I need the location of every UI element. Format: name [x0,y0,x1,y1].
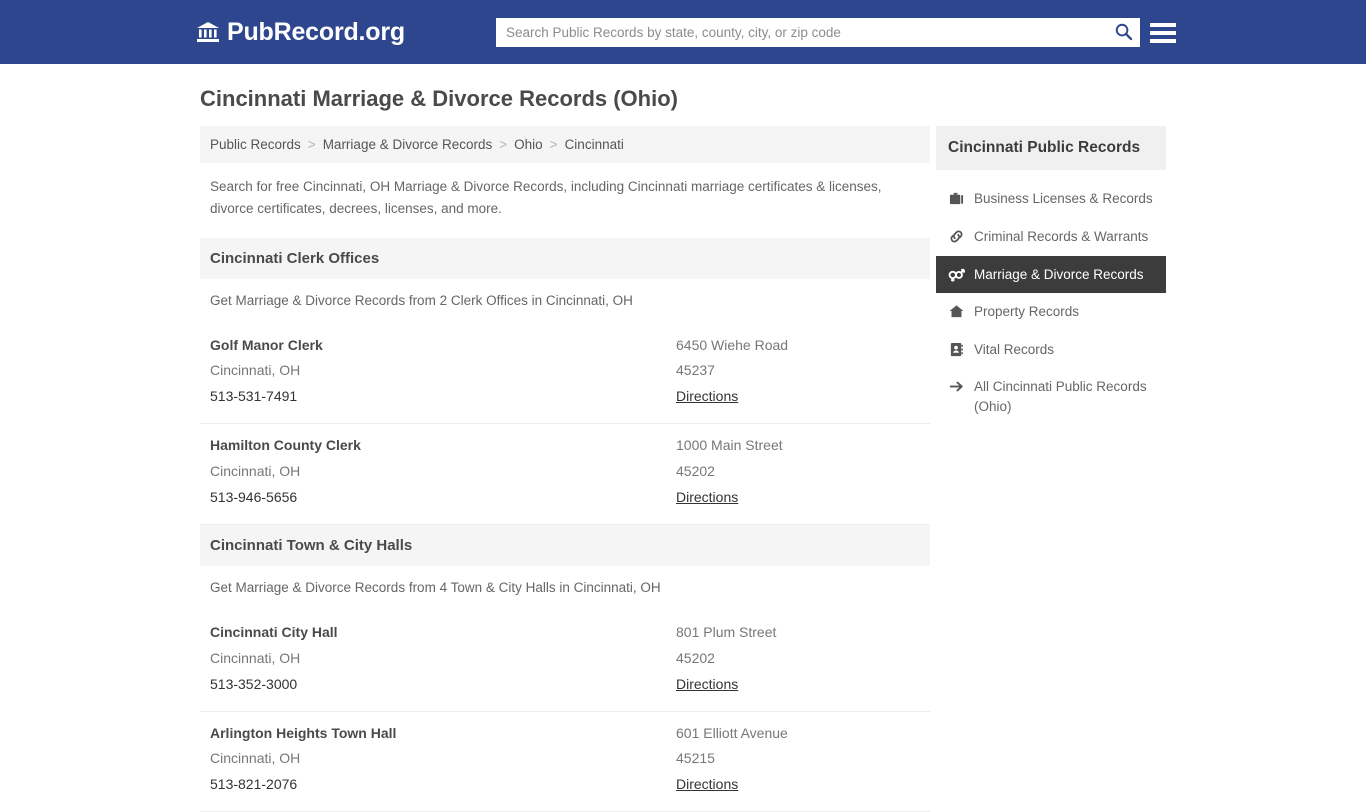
listing-right-column: 601 Elliott Avenue 45215 Directions [676,721,920,799]
listing-directions-wrap: Directions [676,672,920,698]
breadcrumb: Public Records > Marriage & Divorce Record… [200,126,930,164]
listing-directions-wrap: Directions [676,772,920,798]
sidebar-item-all-cincinnati-public-records-ohio[interactable]: All Cincinnati Public Records (Ohio) [936,368,1166,425]
breadcrumb-separator: > [499,137,508,153]
listing-row: Golf Manor Clerk Cincinnati, OH 513-531-74… [200,324,930,425]
sidebar-item-business-licenses-records[interactable]: Business Licenses & Records [936,180,1166,218]
home-icon [948,303,965,320]
listing-phone[interactable]: 513-821-2076 [210,772,676,798]
bank-building-icon [196,20,220,44]
sidebar-item-property-records[interactable]: Property Records [936,293,1166,331]
venus-mars-icon [948,266,965,283]
listing-street-address: 601 Elliott Avenue [676,724,788,741]
search-bar [496,18,1140,47]
listing-right-column: 6450 Wiehe Road 45237 Directions [676,333,920,411]
listing-phone[interactable]: 513-531-7491 [210,384,676,410]
listing-right-column: 1000 Main Street 45202 Directions [676,433,920,511]
sidebar-item-label: All Cincinnati Public Records (Ohio) [974,379,1147,414]
sidebar-item-vital-records[interactable]: Vital Records [936,331,1166,369]
sidebar-list: Business Licenses & Records Criminal Reco… [936,180,1166,425]
listing-left-column: Arlington Heights Town Hall Cincinnati, O… [210,721,676,799]
menu-bar-3 [1150,38,1176,43]
page-intro-text: Search for free Cincinnati, OH Marriage … [210,179,882,216]
section-heading: Cincinnati Town & City Halls [200,524,930,566]
listing-zip-code: 45202 [676,649,715,666]
site-logo[interactable]: PubRecord.org [196,17,405,46]
sidebar-item-label: Marriage & Divorce Records [974,266,1144,282]
logo-text: PubRecord.org [227,17,405,46]
breadcrumb-item-3[interactable]: Ohio [514,137,543,152]
listing-row: Cincinnati City Hall Cincinnati, OH 513-35… [200,611,930,712]
arrow-right-icon [948,378,965,395]
listing-right-column: 801 Plum Street 45202 Directions [676,620,920,698]
sidebar-item-label: Property Records [974,304,1080,320]
sidebar-item-criminal-records-warrants[interactable]: Criminal Records & Warrants [936,218,1166,256]
section-subheading: Get Marriage & Divorce Records from 4 To… [210,579,661,595]
listing-city-state: Cincinnati, OH [210,750,301,767]
sidebar-heading: Cincinnati Public Records [936,126,1166,171]
listing-office-name[interactable]: Cincinnati City Hall [210,620,676,646]
listing-street-address: 801 Plum Street [676,623,777,640]
breadcrumb-item-4[interactable]: Cincinnati [565,137,624,152]
sections-container: Cincinnati Clerk Offices Get Marriage & D… [200,237,930,812]
listing-left-column: Hamilton County Clerk Cincinnati, OH 513-9… [210,433,676,511]
page-title: Cincinnati Marriage & Divorce Records (O… [200,86,678,111]
menu-bar-1 [1150,22,1176,27]
listing-office-name[interactable]: Hamilton County Clerk [210,433,676,459]
section-heading: Cincinnati Clerk Offices [200,237,930,279]
breadcrumb-item-1[interactable]: Public Records [210,137,301,152]
sidebar-item-marriage-divorce-records[interactable]: Marriage & Divorce Records [936,255,1166,294]
search-input[interactable] [496,19,1106,46]
listing-zip-code: 45237 [676,362,715,379]
listing-phone[interactable]: 513-946-5656 [210,485,676,511]
listing-row: Hamilton County Clerk Cincinnati, OH 513-9… [200,424,930,525]
hamburger-menu-icon[interactable] [1150,18,1178,47]
listing-city-state: Cincinnati, OH [210,463,301,480]
breadcrumb-item-2[interactable]: Marriage & Divorce Records [323,137,493,152]
listing-office-name[interactable]: Golf Manor Clerk [210,333,676,359]
search-button[interactable] [1106,18,1140,47]
listing-city-state: Cincinnati, OH [210,362,301,379]
page-container: Cincinnati Marriage & Divorce Records (O… [192,64,1174,812]
listing-left-column: Golf Manor Clerk Cincinnati, OH 513-531-74… [210,333,676,411]
briefcase-icon [948,190,965,207]
menu-bar-2 [1150,30,1176,35]
listing-row: Arlington Heights Town Hall Cincinnati, O… [200,712,930,812]
listing-office-name[interactable]: Arlington Heights Town Hall [210,721,676,747]
directions-link[interactable]: Directions [676,772,738,798]
listing-directions-wrap: Directions [676,485,920,511]
contact-card-icon [948,341,965,358]
directions-link[interactable]: Directions [676,485,738,511]
sidebar: Cincinnati Public Records Business Licen… [936,126,1166,425]
listing-left-column: Cincinnati City Hall Cincinnati, OH 513-35… [210,620,676,698]
listing-street-address: 1000 Main Street [676,437,783,454]
sidebar-item-label: Vital Records [974,341,1055,357]
search-icon [1114,22,1133,44]
listing-zip-code: 45215 [676,750,715,767]
listing-directions-wrap: Directions [676,384,920,410]
listing-street-address: 6450 Wiehe Road [676,336,789,353]
sidebar-item-label: Business Licenses & Records [974,191,1153,207]
content-columns: Public Records > Marriage & Divorce Record… [192,126,1174,812]
directions-link[interactable]: Directions [676,384,738,410]
chain-link-icon [948,228,965,245]
listing-city-state: Cincinnati, OH [210,649,301,666]
breadcrumb-separator: > [307,137,316,153]
site-header: PubRecord.org [0,0,1366,64]
main-column: Public Records > Marriage & Divorce Record… [200,126,930,812]
breadcrumb-separator: > [549,137,558,153]
sidebar-item-label: Criminal Records & Warrants [974,228,1149,244]
listing-phone[interactable]: 513-352-3000 [210,672,676,698]
listing-zip-code: 45202 [676,463,715,480]
section-subheading: Get Marriage & Divorce Records from 2 Cl… [210,292,633,308]
directions-link[interactable]: Directions [676,672,738,698]
